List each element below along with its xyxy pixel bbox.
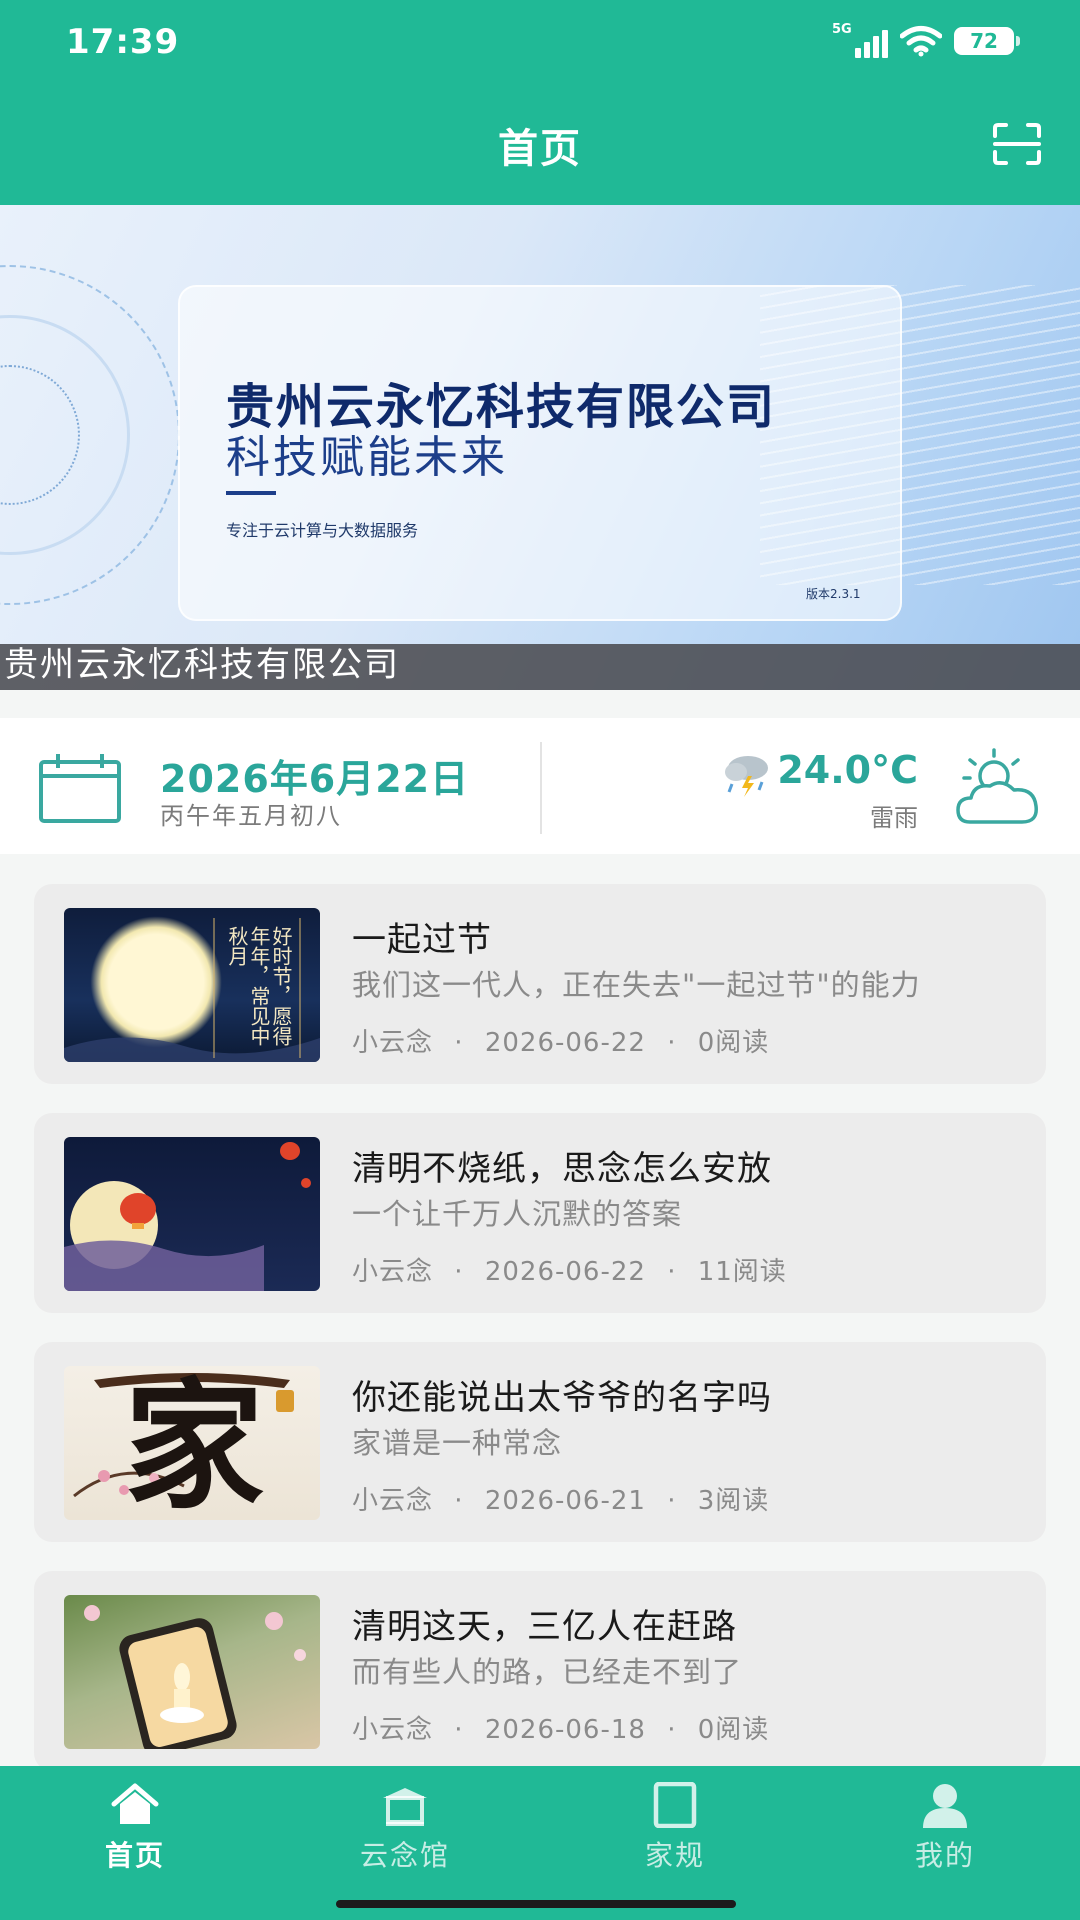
banner-divider	[226, 491, 276, 495]
banner-carousel[interactable]: 贵州云永忆科技有限公司 科技赋能未来 专注于云计算与大数据服务 版本2.3.1 …	[0, 205, 1080, 690]
article-reads: 0阅读	[697, 1715, 770, 1745]
meta-separator: ·	[667, 1028, 677, 1058]
article-meta: 小云念 · 2026-06-22 · 11阅读	[352, 1251, 787, 1288]
article-summary: 家谱是一种常念	[352, 1426, 563, 1460]
tab-label: 我的	[914, 1839, 975, 1872]
lunar-date: 丙午年五月初八	[160, 802, 342, 830]
meta-separator: ·	[454, 1715, 464, 1745]
meta-separator: ·	[454, 1028, 464, 1058]
thumbnail-calligraphy: 家	[123, 1366, 264, 1520]
article-card[interactable]: 清明不烧纸，思念怎么安放 一个让千万人沉默的答案 小云念 · 2026-06-2…	[34, 1113, 1046, 1313]
article-title: 一起过节	[352, 920, 492, 960]
article-author: 小云念	[352, 1028, 434, 1058]
article-thumbnail: 家	[64, 1366, 320, 1520]
thunderstorm-icon	[725, 756, 768, 797]
wifi-icon	[900, 26, 942, 57]
article-thumbnail	[64, 1595, 320, 1749]
article-date: 2026-06-22	[484, 1257, 646, 1287]
app-root: 17:39 5G 72 首页 贵州云永忆科技有限公司 科技赋能未来 专注于云计算…	[0, 0, 1080, 1920]
lantern-moon-scene-icon	[64, 1142, 311, 1291]
article-meta: 小云念 · 2026-06-22 · 0阅读	[352, 1022, 769, 1059]
current-date: 2026年6月22日	[160, 757, 470, 801]
article-author: 小云念	[352, 1486, 434, 1516]
tab-home[interactable]: 首页	[0, 1766, 270, 1886]
temperature: 24.0°C	[777, 748, 918, 792]
meta-separator: ·	[667, 1486, 677, 1516]
square-book-icon	[653, 1782, 697, 1828]
tab-memorial-hall[interactable]: 云念馆	[270, 1766, 540, 1886]
article-reads: 0阅读	[697, 1028, 770, 1058]
home-indicator[interactable]	[336, 1900, 736, 1908]
meta-separator: ·	[667, 1715, 677, 1745]
meta-separator: ·	[454, 1257, 464, 1287]
article-meta: 小云念 · 2026-06-21 · 3阅读	[352, 1480, 769, 1517]
article-title: 清明不烧纸，思念怎么安放	[352, 1149, 772, 1189]
article-title: 清明这天，三亿人在赶路	[352, 1607, 737, 1647]
top-bar: 17:39 5G 72 首页	[0, 0, 1080, 205]
calendar-icon	[39, 754, 121, 823]
article-card[interactable]: 清明这天，三亿人在赶路 而有些人的路，已经走不到了 小云念 · 2026-06-…	[34, 1571, 1046, 1771]
user-icon	[923, 1784, 967, 1828]
tab-family-rules[interactable]: 家规	[540, 1766, 810, 1886]
memorial-hall-icon	[383, 1788, 427, 1826]
article-date: 2026-06-21	[484, 1486, 646, 1516]
status-time: 17:39	[66, 22, 180, 62]
article-reads: 3阅读	[697, 1486, 770, 1516]
article-summary: 一个让千万人沉默的答案	[352, 1197, 683, 1231]
tab-label: 家规	[644, 1839, 705, 1872]
network-type: 5G	[832, 22, 852, 37]
article-summary: 而有些人的路，已经走不到了	[352, 1655, 743, 1689]
bottom-tab-bar: 首页 云念馆 家规 我的	[0, 1766, 1080, 1920]
home-icon	[111, 1783, 159, 1824]
date-weather-bar: 2026年6月22日 丙午年五月初八 24.0°C 雷雨	[0, 718, 1080, 854]
tab-profile[interactable]: 我的	[810, 1766, 1080, 1886]
page-title: 首页	[498, 126, 582, 172]
article-author: 小云念	[352, 1715, 434, 1745]
phone-candle-icon	[84, 1605, 306, 1749]
scan-icon[interactable]	[992, 122, 1042, 166]
article-title: 你还能说出太爷爷的名字吗	[352, 1378, 772, 1418]
article-thumbnail: 好时节，愿得年年，常见中秋月	[64, 908, 320, 1062]
weather-condition: 雷雨	[870, 804, 918, 832]
cellular-signal-icon: 5G	[832, 22, 888, 58]
tab-label: 首页	[104, 1839, 165, 1872]
article-reads: 11阅读	[697, 1257, 787, 1287]
banner-caption: 贵州云永忆科技有限公司	[4, 645, 400, 685]
article-date: 2026-06-22	[484, 1028, 646, 1058]
article-date: 2026-06-18	[484, 1715, 646, 1745]
battery-icon: 72	[954, 27, 1020, 55]
tab-label: 云念馆	[359, 1839, 450, 1872]
banner-version: 版本2.3.1	[806, 587, 861, 601]
status-icons: 5G 72	[832, 22, 1020, 58]
article-card[interactable]: 家 你还能说出太爷爷的名字吗 家谱是一种常念 小云念 · 2026-06-21 …	[34, 1342, 1046, 1542]
partly-cloudy-icon	[956, 748, 1038, 824]
battery-level: 72	[970, 29, 998, 53]
banner-slogan: 科技赋能未来	[226, 432, 508, 483]
article-summary: 我们这一代人，正在失去"一起过节"的能力	[352, 968, 921, 1002]
article-thumbnail	[64, 1137, 320, 1291]
thumbnail-poem: 好时节，愿得年年，常见中秋月	[225, 926, 292, 1046]
article-meta: 小云念 · 2026-06-18 · 0阅读	[352, 1709, 769, 1746]
divider	[540, 742, 542, 834]
article-card[interactable]: 好时节，愿得年年，常见中秋月 一起过节 我们这一代人，正在失去"一起过节"的能力…	[34, 884, 1046, 1084]
meta-separator: ·	[667, 1257, 677, 1287]
article-author: 小云念	[352, 1257, 434, 1287]
meta-separator: ·	[454, 1486, 464, 1516]
banner-subtitle: 专注于云计算与大数据服务	[226, 521, 419, 540]
